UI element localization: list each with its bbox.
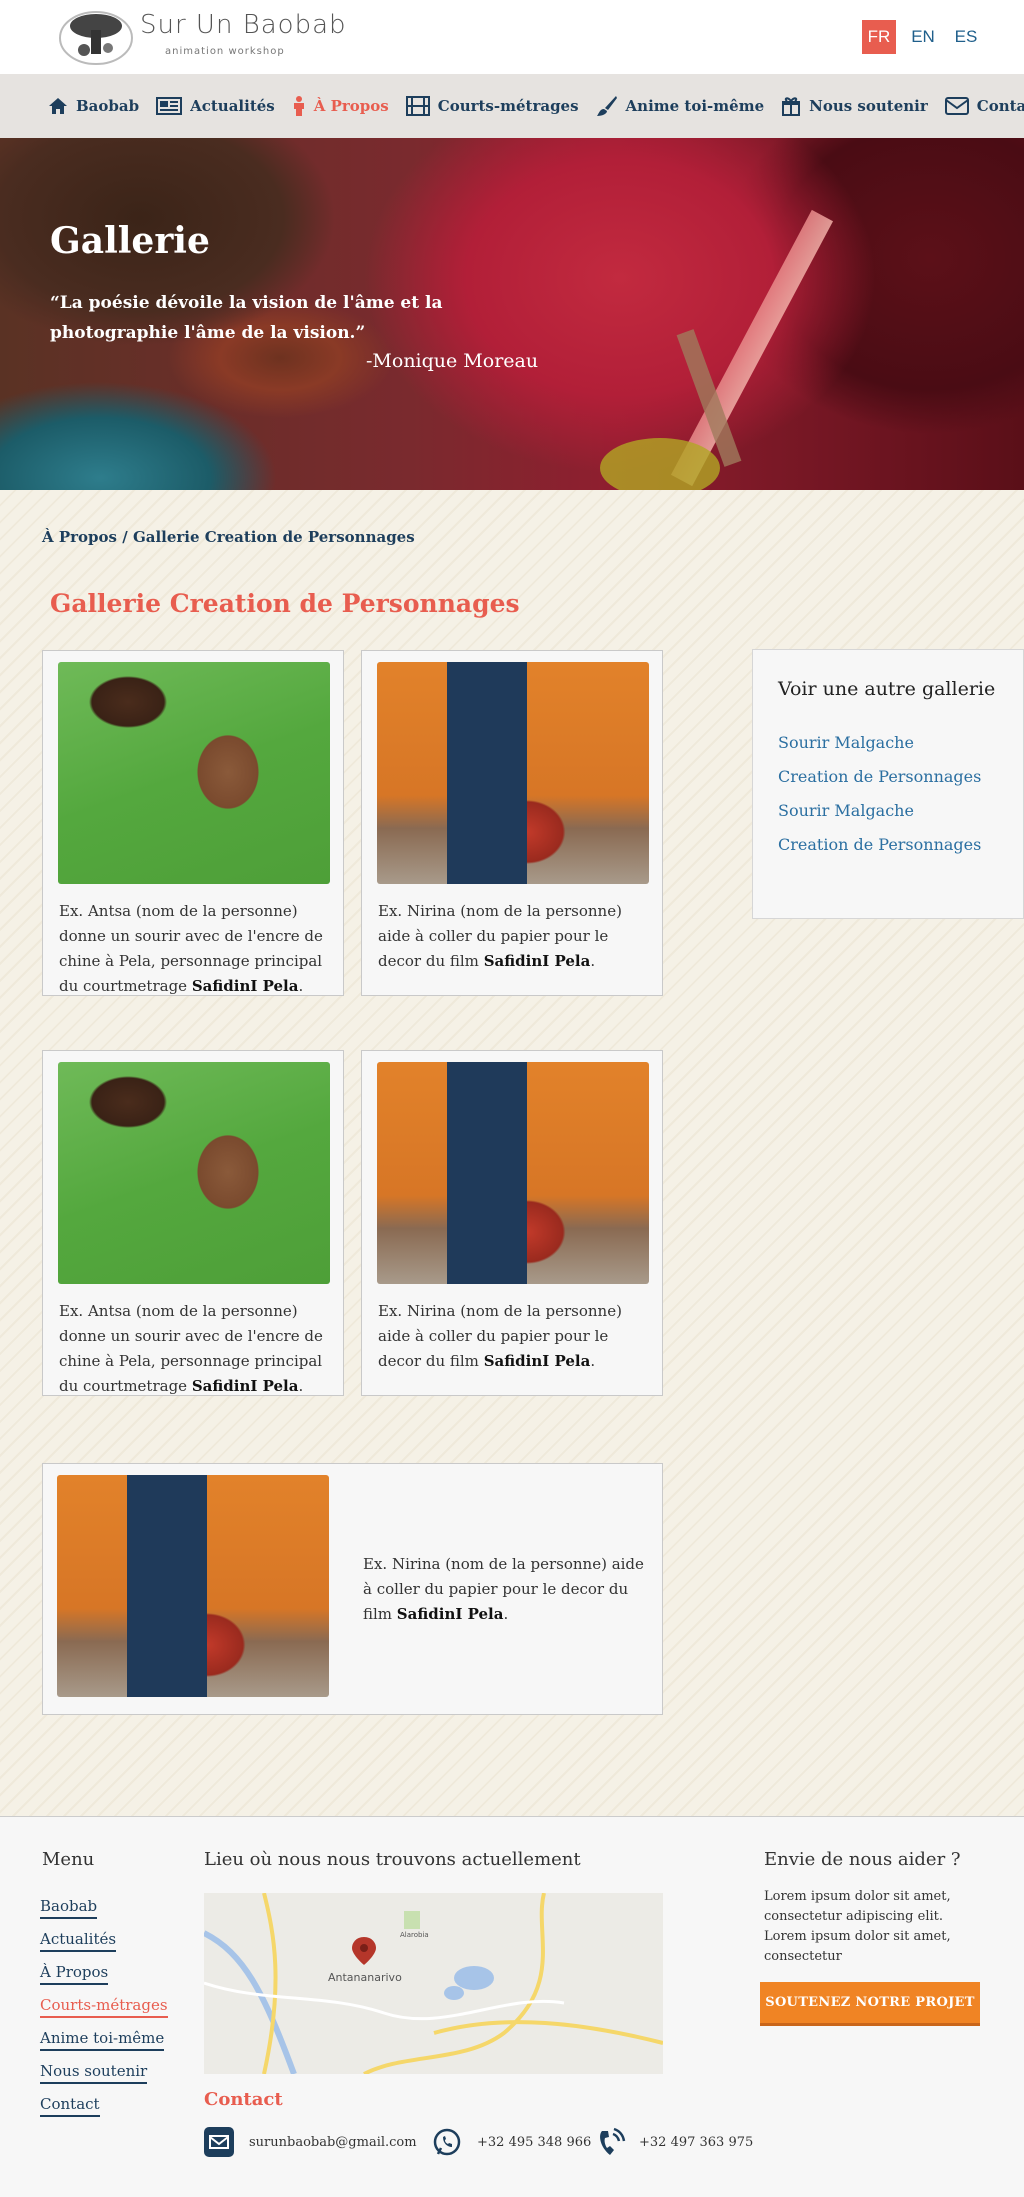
hero-banner: Gallerie “La poésie dévoile la vision de… bbox=[0, 138, 1024, 490]
hero-title: Gallerie bbox=[50, 220, 210, 262]
location-map[interactable]: Antananarivo Alarobia bbox=[204, 1893, 663, 2074]
gallery-card-wide: Ex. Nirina (nom de la personne) aide à c… bbox=[42, 1463, 663, 1715]
breadcrumb-link-a-propos[interactable]: À Propos bbox=[42, 528, 117, 546]
footer-link-contact[interactable]: Contact bbox=[40, 2095, 100, 2117]
help-title: Envie de nous aider ? bbox=[764, 1849, 961, 1870]
gallery-photo[interactable] bbox=[377, 662, 649, 884]
gallery-caption: Ex. Antsa (nom de la personne) donne un … bbox=[59, 1299, 329, 1399]
gallery-photo[interactable] bbox=[58, 662, 330, 884]
gallery-photo[interactable] bbox=[377, 1062, 649, 1284]
map-city-label: Antananarivo bbox=[328, 1971, 402, 1984]
map-graphic: Antananarivo Alarobia bbox=[204, 1893, 663, 2074]
film-name: SafidinI Pela bbox=[396, 1605, 504, 1623]
logo-subtitle: animation workshop bbox=[165, 46, 285, 57]
footer-link-a-propos[interactable]: À Propos bbox=[40, 1963, 109, 1985]
location-title: Lieu où nous nous trouvons actuellement bbox=[204, 1849, 581, 1870]
help-text: Lorem ipsum dolor sit amet, consectetur … bbox=[764, 1889, 951, 1964]
caption-suffix: . bbox=[590, 952, 596, 970]
phone-icon bbox=[600, 2127, 626, 2155]
gallery-card: Ex. Antsa (nom de la personne) donne un … bbox=[42, 650, 344, 996]
gift-icon bbox=[782, 97, 801, 116]
nav-item-contact[interactable]: Contact bbox=[944, 97, 1024, 115]
nav-item-actualites[interactable]: Actualités bbox=[156, 97, 275, 115]
sidebar-title: Voir une autre gallerie bbox=[778, 678, 996, 700]
brush-icon bbox=[596, 96, 617, 116]
gallery-photo[interactable] bbox=[57, 1475, 329, 1697]
caption-suffix: . bbox=[503, 1605, 509, 1623]
film-icon bbox=[405, 96, 430, 116]
breadcrumb: À Propos / Gallerie Creation de Personna… bbox=[42, 528, 415, 546]
nav-label: À Propos bbox=[313, 97, 389, 115]
logo-title[interactable]: Sur Un Baobab bbox=[140, 10, 347, 40]
footer-link-anime-toi-meme[interactable]: Anime toi-même bbox=[40, 2029, 165, 2051]
gallery-caption: Ex. Antsa (nom de la personne) donne un … bbox=[59, 899, 329, 999]
gallery-card: Ex. Nirina (nom de la personne) aide à c… bbox=[361, 1050, 663, 1396]
gallery-caption: Ex. Nirina (nom de la personne) aide à c… bbox=[363, 1552, 648, 1627]
nav-item-courts-metrages[interactable]: Courts-métrages bbox=[405, 96, 579, 116]
footer-link-nous-soutenir[interactable]: Nous soutenir bbox=[40, 2062, 148, 2084]
film-name: SafidinI Pela bbox=[483, 1352, 591, 1370]
footer-link-actualites[interactable]: Actualités bbox=[40, 1930, 117, 1952]
gallery-caption: Ex. Nirina (nom de la personne) aide à c… bbox=[378, 1299, 648, 1374]
contact-phone-2[interactable]: +32 497 363 975 bbox=[639, 2135, 753, 2150]
gallery-photo[interactable] bbox=[58, 1062, 330, 1284]
nav-item-baobab[interactable]: Baobab bbox=[48, 97, 139, 115]
gallery-card: Ex. Antsa (nom de la personne) donne un … bbox=[42, 1050, 344, 1396]
gallery-card: Ex. Nirina (nom de la personne) aide à c… bbox=[361, 650, 663, 996]
sidebar-link[interactable]: Creation de Personnages bbox=[778, 835, 981, 854]
footer-link-courts-metrages[interactable]: Courts-métrages bbox=[40, 1996, 168, 2018]
hero-image-detail bbox=[600, 438, 720, 490]
nav-label: Nous soutenir bbox=[809, 97, 928, 115]
footer-menu-title: Menu bbox=[42, 1849, 95, 1870]
home-icon bbox=[49, 98, 67, 114]
newspaper-icon bbox=[156, 97, 183, 115]
film-name: SafidinI Pela bbox=[483, 952, 591, 970]
sidebar-link[interactable]: Creation de Personnages bbox=[778, 767, 981, 786]
film-name: SafidinI Pela bbox=[191, 977, 299, 995]
baobab-logo-icon[interactable] bbox=[56, 6, 136, 66]
contact-email[interactable]: surunbaobab@gmail.com bbox=[249, 2135, 417, 2150]
lang-es-button[interactable]: ES bbox=[949, 20, 983, 54]
email-icon bbox=[204, 2127, 234, 2157]
contact-title: Contact bbox=[204, 2089, 283, 2110]
lang-en-button[interactable]: EN bbox=[906, 20, 940, 54]
nav-label: Anime toi-même bbox=[625, 97, 765, 115]
film-name: SafidinI Pela bbox=[191, 1377, 299, 1395]
sidebar-link[interactable]: Sourir Malgache bbox=[778, 801, 914, 820]
nav-label: Courts-métrages bbox=[437, 97, 579, 115]
breadcrumb-separator: / bbox=[117, 528, 133, 546]
footer-link-baobab[interactable]: Baobab bbox=[40, 1897, 98, 1919]
lang-fr-button[interactable]: FR bbox=[862, 20, 896, 54]
map-poi-label: Alarobia bbox=[400, 1931, 429, 1939]
caption-suffix: . bbox=[298, 977, 304, 995]
contact-phone-1[interactable]: +32 495 348 966 bbox=[477, 2135, 591, 2150]
gallery-caption: Ex. Nirina (nom de la personne) aide à c… bbox=[378, 899, 648, 974]
page-title: Gallerie Creation de Personnages bbox=[50, 589, 520, 618]
nav-label: Actualités bbox=[190, 97, 275, 115]
envelope-icon bbox=[944, 97, 969, 115]
person-icon bbox=[293, 96, 304, 116]
whatsapp-icon bbox=[433, 2128, 461, 2156]
breadcrumb-current: Gallerie Creation de Personnages bbox=[132, 528, 415, 546]
caption-suffix: . bbox=[298, 1377, 304, 1395]
footer: Menu Baobab Actualités À Propos Courts-m… bbox=[0, 1816, 1024, 2197]
hero-quote: “La poésie dévoile la vision de l'âme et… bbox=[50, 293, 443, 343]
support-project-button[interactable]: SOUTENEZ NOTRE PROJET bbox=[760, 1982, 980, 2026]
hero-quote-author: -Monique Moreau bbox=[366, 350, 539, 372]
nav-label: Contact bbox=[976, 97, 1024, 115]
nav-item-nous-soutenir[interactable]: Nous soutenir bbox=[781, 96, 928, 116]
top-header: Sur Un Baobab animation workshop FR EN E… bbox=[0, 0, 1024, 74]
caption-suffix: . bbox=[590, 1352, 596, 1370]
gallery-sidebar: Voir une autre gallerie Sourir Malgache … bbox=[752, 649, 1024, 919]
nav-label: Baobab bbox=[76, 97, 140, 115]
nav-item-anime-toi-meme[interactable]: Anime toi-même bbox=[596, 95, 765, 117]
main-nav: Baobab Actualités À Propos Courts-métrag… bbox=[0, 74, 1024, 138]
sidebar-link[interactable]: Sourir Malgache bbox=[778, 733, 914, 752]
main-content: À Propos / Gallerie Creation de Personna… bbox=[0, 490, 1024, 1816]
nav-item-a-propos[interactable]: À Propos bbox=[292, 96, 389, 116]
